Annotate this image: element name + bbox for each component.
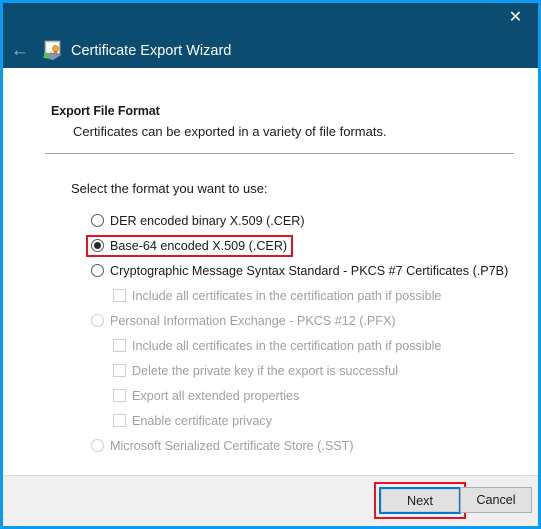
- format-checkbox-row: Export all extended properties: [113, 383, 522, 408]
- radio-button: [91, 439, 104, 452]
- next-button-annotation: Next: [374, 482, 466, 519]
- option-content: Personal Information Exchange - PKCS #12…: [91, 314, 396, 328]
- next-button-focus-ring: Next: [379, 487, 461, 514]
- cancel-button[interactable]: Cancel: [460, 487, 532, 513]
- option-label: Export all extended properties: [132, 388, 300, 403]
- wizard-content: Export File Format Certificates can be e…: [3, 68, 538, 475]
- checkbox: [113, 339, 126, 352]
- page-subtitle: Certificates can be exported in a variet…: [73, 124, 387, 139]
- format-radio-row: Microsoft Serialized Certificate Store (…: [91, 433, 522, 458]
- next-button[interactable]: Next: [381, 489, 459, 512]
- option-label: Delete the private key if the export is …: [132, 363, 398, 378]
- window-title: Certificate Export Wizard: [71, 42, 232, 59]
- page-title: Export File Format: [51, 104, 160, 118]
- title-nav-row: ← Certificate Export Wizard: [3, 33, 231, 68]
- checkbox: [113, 364, 126, 377]
- certificate-export-wizard-window: ✕ ← Certificate Export Wizard Export Fil…: [0, 0, 541, 529]
- format-checkbox-row: Include all certificates in the certific…: [113, 283, 522, 308]
- option-content: Include all certificates in the certific…: [113, 339, 441, 353]
- option-label: DER encoded binary X.509 (.CER): [110, 213, 305, 228]
- option-label: Base-64 encoded X.509 (.CER): [110, 238, 288, 253]
- option-content: Delete the private key if the export is …: [113, 364, 398, 378]
- option-label: Personal Information Exchange - PKCS #12…: [110, 313, 396, 328]
- option-content: DER encoded binary X.509 (.CER): [91, 214, 305, 228]
- format-checkbox-row: Include all certificates in the certific…: [113, 333, 522, 358]
- option-label: Cryptographic Message Syntax Standard - …: [110, 263, 509, 278]
- option-label: Microsoft Serialized Certificate Store (…: [110, 438, 354, 453]
- option-content: Enable certificate privacy: [113, 414, 272, 428]
- wizard-footer: Next Cancel: [3, 475, 538, 526]
- page-heading-block: Export File Format Certificates can be e…: [51, 104, 508, 139]
- format-radio-row[interactable]: DER encoded binary X.509 (.CER): [91, 208, 522, 233]
- checkbox: [113, 289, 126, 302]
- format-radio-row: Personal Information Exchange - PKCS #12…: [91, 308, 522, 333]
- selected-option-annotation: Base-64 encoded X.509 (.CER): [85, 234, 294, 257]
- format-checkbox-row: Enable certificate privacy: [113, 408, 522, 433]
- radio-button[interactable]: [91, 239, 104, 252]
- title-bar: ✕ ← Certificate Export Wizard: [3, 3, 538, 68]
- option-content: Include all certificates in the certific…: [113, 289, 441, 303]
- option-label: Enable certificate privacy: [132, 413, 272, 428]
- back-arrow-icon[interactable]: ←: [3, 33, 37, 68]
- option-label: Include all certificates in the certific…: [132, 338, 442, 353]
- close-icon[interactable]: ✕: [493, 3, 538, 33]
- format-checkbox-row: Delete the private key if the export is …: [113, 358, 522, 383]
- header-divider: [45, 153, 514, 154]
- format-radio-row[interactable]: Cryptographic Message Syntax Standard - …: [91, 258, 522, 283]
- radio-button: [91, 314, 104, 327]
- radio-button[interactable]: [91, 264, 104, 277]
- option-label: Include all certificates in the certific…: [132, 288, 442, 303]
- format-options-group: DER encoded binary X.509 (.CER) Base-64 e…: [85, 208, 522, 458]
- option-content: Cryptographic Message Syntax Standard - …: [91, 264, 508, 278]
- option-content: Export all extended properties: [113, 389, 299, 403]
- checkbox: [113, 414, 126, 427]
- format-radio-row[interactable]: Base-64 encoded X.509 (.CER): [85, 233, 522, 258]
- format-prompt-label: Select the format you want to use:: [71, 181, 268, 196]
- certificate-icon: [41, 40, 63, 62]
- radio-button[interactable]: [91, 214, 104, 227]
- checkbox: [113, 389, 126, 402]
- option-content: Microsoft Serialized Certificate Store (…: [91, 439, 354, 453]
